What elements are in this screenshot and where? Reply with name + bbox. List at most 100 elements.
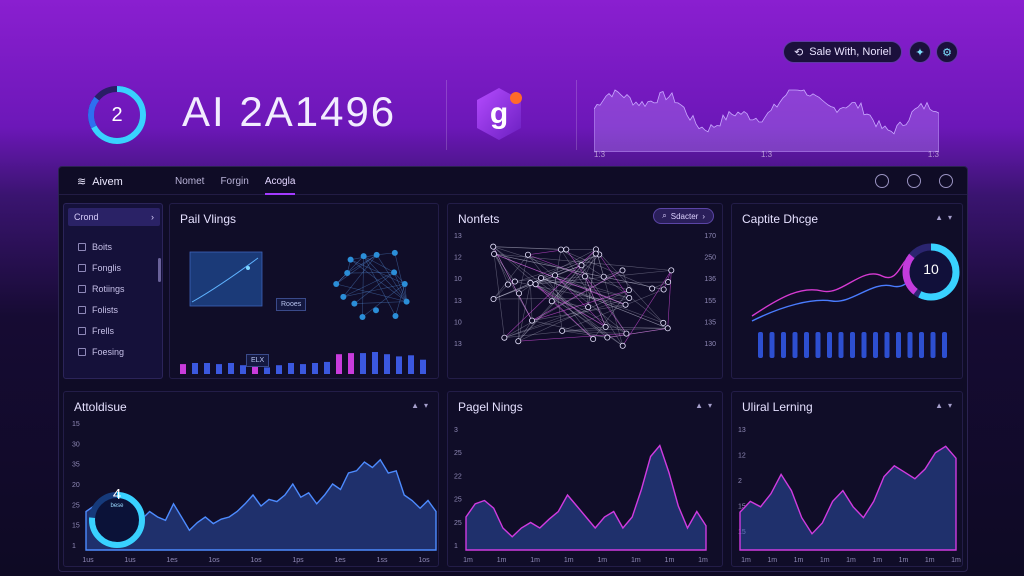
donut-value: 10	[923, 261, 939, 277]
sidebar-scrollbar[interactable]	[158, 258, 161, 282]
panel-title: Uliral Lerning	[742, 400, 813, 414]
brand-logo: g	[474, 86, 524, 142]
tab-forgin[interactable]: Forgin	[220, 176, 248, 195]
axis-tick: 15	[72, 523, 80, 530]
sidebar-item-label: Fonglis	[92, 263, 122, 273]
graph-node	[626, 295, 633, 302]
graph-node	[625, 287, 632, 294]
axis-tick: 1m	[631, 557, 641, 564]
graph-node	[501, 334, 508, 341]
axis-tick: 1m	[951, 557, 961, 564]
graph-node	[578, 262, 585, 269]
network-node	[392, 312, 399, 319]
bar	[396, 356, 402, 374]
axis-tick: 1es	[166, 557, 178, 564]
bar	[930, 332, 936, 358]
panel-uliral-lerning: Uliral Lerning ▲▾ 1312215151m1m1m1m1m1m1…	[731, 391, 963, 567]
list-icon	[78, 285, 86, 293]
axis-tick: 1	[454, 543, 458, 550]
bar	[420, 359, 426, 374]
axis-tick: 25	[72, 502, 80, 509]
graph-edge	[530, 282, 606, 328]
bar	[216, 364, 222, 374]
network-node	[333, 281, 340, 287]
sidebar: Crond › Boits Fonglis Rotiings Folists F…	[63, 203, 163, 379]
graph-node	[490, 296, 497, 303]
panel-captite-dhcge: Captite Dhcge ▲ ▾ 10	[731, 203, 963, 379]
graph-edge	[493, 246, 567, 250]
tab-nomet[interactable]: Nomet	[175, 176, 204, 195]
area-series	[465, 444, 707, 551]
progress-ring-badge: 2	[86, 84, 148, 146]
chevron-down-icon: ▾	[707, 401, 712, 410]
axis-tick: 1us	[124, 557, 136, 564]
info-card-label: Rooes	[281, 301, 302, 308]
app-brand[interactable]: ≋ Aivem	[77, 175, 123, 189]
panel-controls[interactable]: ▲ ▾	[695, 401, 712, 410]
top-nav: ≋ Aivem Nomet Forgin Acogla	[59, 167, 967, 195]
axis-tick: 1os	[208, 557, 220, 564]
sidebar-item-folists[interactable]: Folists	[78, 305, 118, 315]
graph-node	[622, 301, 629, 308]
sidebar-item-frells[interactable]: Frells	[78, 326, 114, 336]
axis-tick: 135	[704, 319, 716, 326]
axis-tick: 13	[738, 427, 746, 434]
graph-node	[559, 327, 566, 334]
sparkle-icon[interactable]: ✦	[909, 41, 931, 63]
sidebar-header[interactable]: Crond ›	[68, 208, 160, 226]
graph-edge	[540, 277, 608, 338]
sparkline-axis: 1:3 1:3 1:3	[594, 150, 939, 159]
graph-node	[504, 281, 511, 288]
pill-label: Sale With, Noriel	[809, 46, 892, 58]
bar	[336, 354, 342, 374]
sidebar-item-foesing[interactable]: Foesing	[78, 347, 124, 357]
chevron-down-icon: ▾	[947, 213, 952, 222]
axis-tick: 1m	[872, 557, 882, 564]
globe-icon[interactable]	[939, 174, 953, 188]
graph-node	[649, 285, 656, 292]
bar	[804, 332, 809, 358]
panel-controls[interactable]: ▲ ▾	[935, 213, 952, 222]
sidebar-item-boits[interactable]: Boits	[78, 242, 112, 252]
wifi-icon: ≋	[77, 176, 87, 188]
search-input[interactable]: ⌕ Sdacter ›	[653, 208, 714, 224]
sidebar-item-label: Folists	[92, 305, 119, 315]
clock-icon[interactable]	[875, 174, 889, 188]
axis-tick: 13	[454, 298, 462, 305]
check-icon	[78, 348, 86, 356]
bar	[827, 332, 832, 358]
axis-tick: 30	[72, 441, 80, 448]
sidebar-header-label: Crond	[74, 212, 99, 222]
graph-edge	[622, 270, 630, 291]
mini-area-chart	[189, 251, 263, 307]
sale-pill-button[interactable]: ⟲ Sale With, Noriel	[783, 41, 903, 63]
bar	[276, 365, 282, 374]
settings-icon[interactable]: ⚙	[936, 41, 958, 63]
panel-controls[interactable]: ▲ ▾	[935, 401, 952, 410]
bar	[792, 332, 798, 358]
panel-title: Attoldisue	[74, 400, 127, 414]
graph-node	[664, 325, 671, 332]
tab-acogla[interactable]: Acogla	[264, 176, 296, 195]
panel-title: Captite Dhcge	[742, 212, 819, 226]
axis-tick: 1us	[82, 557, 94, 564]
axis-tick: 1os	[418, 557, 430, 564]
chevron-right-icon: ›	[151, 212, 154, 222]
sidebar-item-fonglis[interactable]: Fonglis	[78, 263, 121, 273]
panel-attoldisue: Attoldisue ▲ ▾ 15 30 35 20 25 15 1 1us 1us 1es 1os 1…	[63, 391, 439, 567]
graph-node	[600, 273, 607, 280]
info-card: ELX	[246, 354, 270, 367]
graph-node	[548, 298, 555, 305]
user-icon[interactable]	[907, 174, 921, 188]
graph-node	[619, 342, 626, 349]
bar	[942, 332, 947, 358]
axis-tick: 25	[454, 520, 462, 527]
sidebar-item-rotiings[interactable]: Rotiings	[78, 284, 125, 294]
axis-tick: 1	[72, 543, 76, 550]
axis-tick: 1m	[925, 557, 935, 564]
bar	[204, 363, 210, 374]
axis-tick: 12	[738, 453, 746, 460]
bar	[324, 361, 330, 374]
panel-controls[interactable]: ▲ ▾	[411, 401, 428, 410]
network-node	[347, 256, 354, 263]
